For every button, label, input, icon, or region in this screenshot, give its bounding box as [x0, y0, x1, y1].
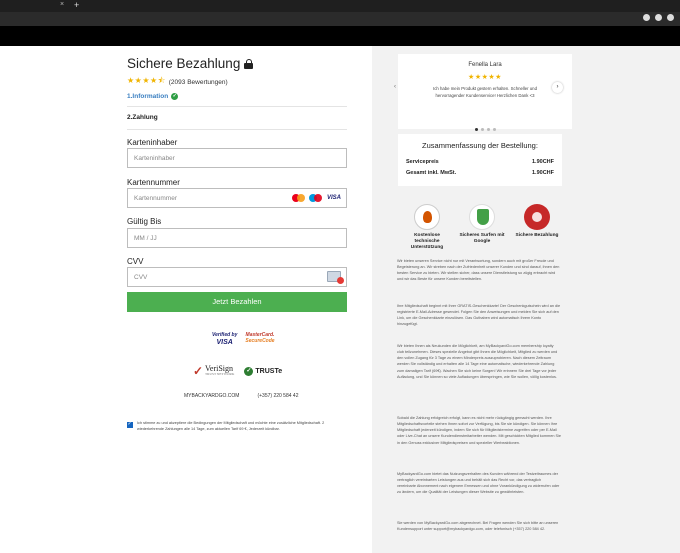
card-security-badges: Verified by VISA MasterCard. SecureCode — [212, 332, 275, 346]
browser-toolbar-icons — [643, 14, 674, 21]
summary-row-value: 1.90CHF — [531, 159, 554, 165]
fine-print-paragraph: MyBackyardGo.com bietet das Nutzungsverh… — [397, 472, 560, 495]
order-summary: Zusammenfassung der Bestellung: Servicep… — [398, 134, 562, 186]
truste-check-icon: ✓ — [244, 366, 254, 376]
testimonial-card: Fenella Lara ★★★★★ Ich habe mein Produkt… — [398, 54, 572, 131]
feature-list: Kostenlose technische Unterstützung Sich… — [402, 204, 562, 252]
browser-tab[interactable]: × — [0, 0, 70, 12]
feature-label: Sichere Bezahlung — [515, 233, 559, 238]
secure-payment-icon — [524, 204, 550, 230]
feature-secure-payment: Sichere Bezahlung — [512, 204, 562, 252]
feature-label: Sicheres Surfen mit Google — [459, 233, 505, 245]
fine-print-paragraph: Wir bieten unseren Service nicht nur mit… — [397, 259, 560, 282]
vbv-line2: VISA — [216, 338, 233, 346]
menu-icon[interactable] — [667, 14, 674, 21]
carousel-dot[interactable] — [492, 128, 496, 131]
fine-print-paragraph: Wir bieten Ihnen als Neukunden die Mögli… — [397, 344, 558, 379]
summary-row-label: Gesamt inkl. MwSt. — [406, 170, 457, 176]
testimonial-text: Ich habe mein Produkt gestern erhalten. … — [433, 86, 537, 98]
cvv-card-icon — [327, 271, 344, 284]
carousel-next-icon[interactable]: › — [552, 82, 563, 93]
card-holder-input[interactable] — [127, 148, 347, 168]
contact-line: MYBACKYARDGO.COM (+357) 220 584 42 — [184, 393, 298, 399]
carousel-dot[interactable] — [474, 128, 478, 131]
close-tab-icon[interactable]: × — [60, 1, 64, 8]
lock-icon — [244, 58, 254, 69]
summary-row: Servicepreis 1.90CHF — [406, 159, 554, 165]
summary-row-value: 1.90CHF — [531, 170, 554, 176]
carousel-dots — [398, 128, 572, 131]
card-number-field: VISA — [127, 188, 347, 208]
page-title-text: Sichere Bezahlung — [127, 56, 241, 71]
feature-label: Kostenlose technische Unterstützung — [410, 233, 444, 251]
extension-icon[interactable] — [643, 14, 650, 21]
truste-badge: ✓ TRUSTe — [244, 366, 283, 376]
pay-now-button[interactable]: Jetzt Bezahlen — [127, 292, 347, 312]
divider — [127, 129, 347, 130]
divider — [127, 106, 347, 107]
card-brand-logos: VISA — [291, 193, 343, 203]
trust-badges: ✓ VeriSign TRUST NETWORK ✓ TRUSTe — [193, 364, 282, 378]
feature-support: Kostenlose technische Unterstützung — [402, 204, 452, 252]
carousel-prev-icon[interactable]: ‹ — [394, 84, 396, 90]
site-name: MYBACKYARDGO.COM — [184, 393, 240, 399]
order-summary-title: Zusammenfassung der Bestellung: — [422, 141, 538, 150]
checkout-panel: Sichere Bezahlung ★★★★⯪ (2093 Bewertunge… — [0, 46, 372, 553]
terms-consent: Ich stimme zu und akzeptiere die Bedingu… — [127, 421, 349, 433]
phone-number: (+357) 220 584 42 — [257, 393, 299, 399]
maestro-icon — [308, 193, 324, 203]
summary-row-label: Servicepreis — [406, 159, 439, 165]
site-header — [0, 26, 680, 46]
verisign-badge: ✓ VeriSign TRUST NETWORK — [193, 364, 234, 378]
step-information[interactable]: 1.Information ✓ — [127, 93, 179, 100]
expiry-label: Gültig Bis — [127, 217, 162, 226]
msc-line2: SecureCode — [245, 337, 275, 344]
vbv-line1: Verified by — [212, 332, 238, 338]
verified-by-visa-badge: Verified by VISA — [212, 332, 238, 346]
fine-print-paragraph: Sie werden von MyBackyardGo.com abgerech… — [397, 521, 559, 532]
fine-print-paragraph: Ihre Mitgliedschaft beginnt mit Ihrer GR… — [397, 304, 561, 327]
terms-checkbox[interactable] — [127, 421, 133, 428]
google-shield-icon — [469, 204, 495, 230]
card-holder-label: Karteninhaber — [127, 138, 178, 147]
rating-stars-icon: ★★★★⯪ — [127, 76, 166, 85]
testimonial-stars-icon: ★★★★★ — [468, 74, 502, 81]
fine-print-paragraph: Sobald die Zahlung erfolgreich erfolgt, … — [397, 416, 561, 445]
step-payment-label: 2.Zahlung — [127, 114, 158, 121]
verisign-sub-label: TRUST NETWORK — [205, 372, 235, 377]
cvv-label: CVV — [127, 257, 144, 266]
feature-safe-browsing: Sicheres Surfen mit Google — [457, 204, 507, 252]
new-tab-button[interactable]: + — [74, 0, 79, 10]
visa-icon: VISA — [326, 195, 341, 201]
mastercard-icon — [291, 193, 307, 203]
support-agent-icon — [414, 204, 440, 230]
cvv-input[interactable] — [127, 267, 347, 287]
mastercard-securecode-badge: MasterCard. SecureCode — [245, 332, 275, 344]
profile-icon[interactable] — [655, 14, 662, 21]
browser-toolbar — [0, 12, 680, 26]
rating-count: (2093 Bewertungen) — [168, 78, 228, 86]
rating-summary: ★★★★⯪ (2093 Bewertungen) — [127, 75, 228, 89]
order-info-panel: Fenella Lara ★★★★★ Ich habe mein Produkt… — [372, 46, 680, 553]
step-information-label: 1.Information — [127, 93, 169, 100]
card-number-label: Kartennummer — [127, 178, 180, 187]
check-circle-icon: ✓ — [171, 93, 179, 100]
testimonial-author: Fenella Lara — [468, 62, 502, 68]
truste-label: TRUSTe — [255, 367, 283, 375]
verisign-check-icon: ✓ — [193, 364, 204, 378]
terms-consent-text: Ich stimme zu und akzeptiere die Bedingu… — [137, 421, 325, 431]
carousel-dot[interactable] — [486, 128, 490, 131]
expiry-input[interactable] — [127, 228, 347, 248]
carousel-dot[interactable] — [480, 128, 484, 131]
cvv-field — [127, 267, 347, 287]
summary-row: Gesamt inkl. MwSt. 1.90CHF — [406, 170, 554, 176]
page-title: Sichere Bezahlung — [127, 56, 254, 71]
browser-tab-strip: × + — [0, 0, 680, 12]
